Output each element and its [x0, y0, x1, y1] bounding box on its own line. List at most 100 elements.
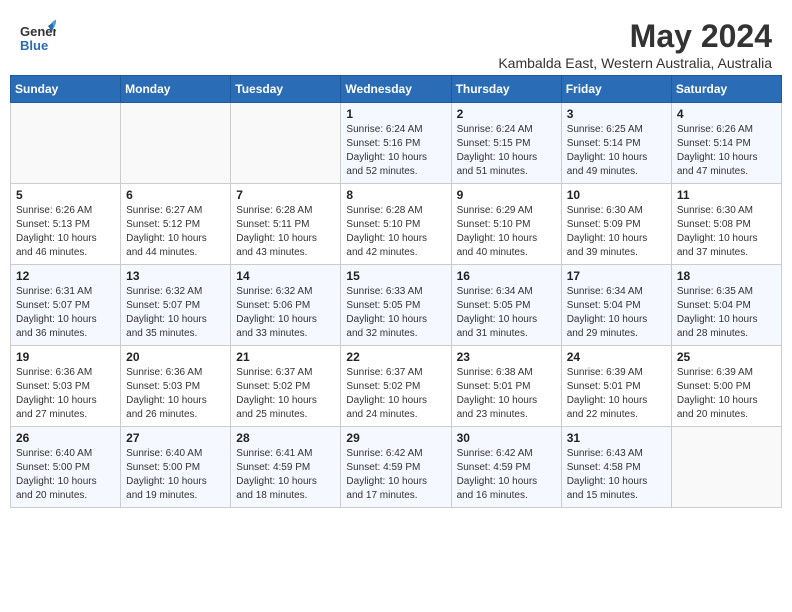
day-info: Sunrise: 6:27 AM Sunset: 5:12 PM Dayligh… [126, 204, 225, 260]
day-number: 30 [457, 431, 556, 445]
day-number: 14 [236, 269, 335, 283]
calendar-empty-cell [231, 103, 341, 184]
day-info: Sunrise: 6:41 AM Sunset: 4:59 PM Dayligh… [236, 447, 335, 503]
day-info: Sunrise: 6:40 AM Sunset: 5:00 PM Dayligh… [126, 447, 225, 503]
calendar-empty-cell [11, 103, 121, 184]
page-header: General Blue May 2024 Kambalda East, Wes… [10, 10, 782, 75]
weekday-header-monday: Monday [121, 76, 231, 103]
day-number: 6 [126, 188, 225, 202]
day-number: 1 [346, 107, 445, 121]
calendar-week-1: 1 Sunrise: 6:24 AM Sunset: 5:16 PM Daylig… [11, 103, 782, 184]
day-info: Sunrise: 6:42 AM Sunset: 4:59 PM Dayligh… [346, 447, 445, 503]
day-number: 27 [126, 431, 225, 445]
day-info: Sunrise: 6:42 AM Sunset: 4:59 PM Dayligh… [457, 447, 556, 503]
day-info: Sunrise: 6:33 AM Sunset: 5:05 PM Dayligh… [346, 285, 445, 341]
calendar-day-31: 31Sunrise: 6:43 AM Sunset: 4:58 PM Dayli… [561, 427, 671, 508]
day-info: Sunrise: 6:37 AM Sunset: 5:02 PM Dayligh… [236, 366, 335, 422]
weekday-header-tuesday: Tuesday [231, 76, 341, 103]
calendar-week-4: 19 Sunrise: 6:36 AM Sunset: 5:03 PM Dayli… [11, 346, 782, 427]
day-number: 21 [236, 350, 335, 364]
calendar-day-11: 11 Sunrise: 6:30 AM Sunset: 5:08 PM Dayli… [671, 184, 781, 265]
calendar-week-2: 5 Sunrise: 6:26 AM Sunset: 5:13 PM Daylig… [11, 184, 782, 265]
day-number: 26 [16, 431, 115, 445]
calendar-day-24: 24Sunrise: 6:39 AM Sunset: 5:01 PM Dayli… [561, 346, 671, 427]
day-number: 5 [16, 188, 115, 202]
calendar-day-14: 14 Sunrise: 6:32 AM Sunset: 5:06 PM Dayli… [231, 265, 341, 346]
calendar-week-3: 12 Sunrise: 6:31 AM Sunset: 5:07 PM Dayli… [11, 265, 782, 346]
day-info: Sunrise: 6:24 AM Sunset: 5:15 PM Dayligh… [457, 123, 556, 179]
day-number: 22 [346, 350, 445, 364]
svg-text:Blue: Blue [20, 38, 48, 53]
day-info: Sunrise: 6:30 AM Sunset: 5:08 PM Dayligh… [677, 204, 776, 260]
day-number: 25 [677, 350, 776, 364]
calendar-day-21: 21 Sunrise: 6:37 AM Sunset: 5:02 PM Dayli… [231, 346, 341, 427]
calendar-day-20: 20 Sunrise: 6:36 AM Sunset: 5:03 PM Dayli… [121, 346, 231, 427]
calendar-day-13: 13Sunrise: 6:32 AM Sunset: 5:07 PM Dayli… [121, 265, 231, 346]
day-info: Sunrise: 6:43 AM Sunset: 4:58 PM Dayligh… [567, 447, 666, 503]
calendar-day-18: 18Sunrise: 6:35 AM Sunset: 5:04 PM Dayli… [671, 265, 781, 346]
day-info: Sunrise: 6:35 AM Sunset: 5:04 PM Dayligh… [677, 285, 776, 341]
day-number: 13 [126, 269, 225, 283]
day-number: 4 [677, 107, 776, 121]
calendar-day-4: 4 Sunrise: 6:26 AM Sunset: 5:14 PM Daylig… [671, 103, 781, 184]
calendar-day-28: 28Sunrise: 6:41 AM Sunset: 4:59 PM Dayli… [231, 427, 341, 508]
calendar-day-30: 30 Sunrise: 6:42 AM Sunset: 4:59 PM Dayli… [451, 427, 561, 508]
day-number: 8 [346, 188, 445, 202]
weekday-header-sunday: Sunday [11, 76, 121, 103]
calendar-day-12: 12 Sunrise: 6:31 AM Sunset: 5:07 PM Dayli… [11, 265, 121, 346]
calendar-day-16: 16Sunrise: 6:34 AM Sunset: 5:05 PM Dayli… [451, 265, 561, 346]
calendar-day-29: 29 Sunrise: 6:42 AM Sunset: 4:59 PM Dayli… [341, 427, 451, 508]
day-info: Sunrise: 6:34 AM Sunset: 5:05 PM Dayligh… [457, 285, 556, 341]
calendar-day-8: 8Sunrise: 6:28 AM Sunset: 5:10 PM Daylig… [341, 184, 451, 265]
day-number: 3 [567, 107, 666, 121]
day-info: Sunrise: 6:25 AM Sunset: 5:14 PM Dayligh… [567, 123, 666, 179]
day-info: Sunrise: 6:26 AM Sunset: 5:13 PM Dayligh… [16, 204, 115, 260]
calendar-empty-cell [121, 103, 231, 184]
calendar-day-26: 26 Sunrise: 6:40 AM Sunset: 5:00 PM Dayli… [11, 427, 121, 508]
day-number: 12 [16, 269, 115, 283]
day-info: Sunrise: 6:36 AM Sunset: 5:03 PM Dayligh… [126, 366, 225, 422]
day-info: Sunrise: 6:31 AM Sunset: 5:07 PM Dayligh… [16, 285, 115, 341]
day-number: 19 [16, 350, 115, 364]
day-info: Sunrise: 6:30 AM Sunset: 5:09 PM Dayligh… [567, 204, 666, 260]
month-title: May 2024 [498, 18, 772, 55]
weekday-header-thursday: Thursday [451, 76, 561, 103]
calendar-day-22: 22 Sunrise: 6:37 AM Sunset: 5:02 PM Dayli… [341, 346, 451, 427]
weekday-header-row: SundayMondayTuesdayWednesdayThursdayFrid… [11, 76, 782, 103]
calendar-week-5: 26 Sunrise: 6:40 AM Sunset: 5:00 PM Dayli… [11, 427, 782, 508]
day-info: Sunrise: 6:39 AM Sunset: 5:01 PM Dayligh… [567, 366, 666, 422]
calendar-day-23: 23 Sunrise: 6:38 AM Sunset: 5:01 PM Dayli… [451, 346, 561, 427]
day-info: Sunrise: 6:24 AM Sunset: 5:16 PM Dayligh… [346, 123, 445, 179]
day-number: 20 [126, 350, 225, 364]
weekday-header-friday: Friday [561, 76, 671, 103]
calendar-day-3: 3 Sunrise: 6:25 AM Sunset: 5:14 PM Daylig… [561, 103, 671, 184]
calendar-day-15: 15 Sunrise: 6:33 AM Sunset: 5:05 PM Dayli… [341, 265, 451, 346]
calendar-table: SundayMondayTuesdayWednesdayThursdayFrid… [10, 75, 782, 508]
calendar-day-25: 25 Sunrise: 6:39 AM Sunset: 5:00 PM Dayli… [671, 346, 781, 427]
day-info: Sunrise: 6:26 AM Sunset: 5:14 PM Dayligh… [677, 123, 776, 179]
day-info: Sunrise: 6:38 AM Sunset: 5:01 PM Dayligh… [457, 366, 556, 422]
calendar-day-7: 7Sunrise: 6:28 AM Sunset: 5:11 PM Daylig… [231, 184, 341, 265]
day-number: 29 [346, 431, 445, 445]
logo: General Blue [20, 18, 56, 63]
day-number: 9 [457, 188, 556, 202]
day-info: Sunrise: 6:29 AM Sunset: 5:10 PM Dayligh… [457, 204, 556, 260]
day-info: Sunrise: 6:40 AM Sunset: 5:00 PM Dayligh… [16, 447, 115, 503]
day-number: 7 [236, 188, 335, 202]
day-number: 23 [457, 350, 556, 364]
day-number: 11 [677, 188, 776, 202]
calendar-day-27: 27 Sunrise: 6:40 AM Sunset: 5:00 PM Dayli… [121, 427, 231, 508]
weekday-header-saturday: Saturday [671, 76, 781, 103]
calendar-day-10: 10Sunrise: 6:30 AM Sunset: 5:09 PM Dayli… [561, 184, 671, 265]
calendar-day-6: 6 Sunrise: 6:27 AM Sunset: 5:12 PM Daylig… [121, 184, 231, 265]
day-number: 15 [346, 269, 445, 283]
calendar-day-2: 2 Sunrise: 6:24 AM Sunset: 5:15 PM Daylig… [451, 103, 561, 184]
calendar-day-1: 1 Sunrise: 6:24 AM Sunset: 5:16 PM Daylig… [341, 103, 451, 184]
day-info: Sunrise: 6:39 AM Sunset: 5:00 PM Dayligh… [677, 366, 776, 422]
day-info: Sunrise: 6:37 AM Sunset: 5:02 PM Dayligh… [346, 366, 445, 422]
day-number: 2 [457, 107, 556, 121]
day-info: Sunrise: 6:36 AM Sunset: 5:03 PM Dayligh… [16, 366, 115, 422]
day-info: Sunrise: 6:32 AM Sunset: 5:06 PM Dayligh… [236, 285, 335, 341]
location-title: Kambalda East, Western Australia, Austra… [498, 55, 772, 71]
day-number: 17 [567, 269, 666, 283]
